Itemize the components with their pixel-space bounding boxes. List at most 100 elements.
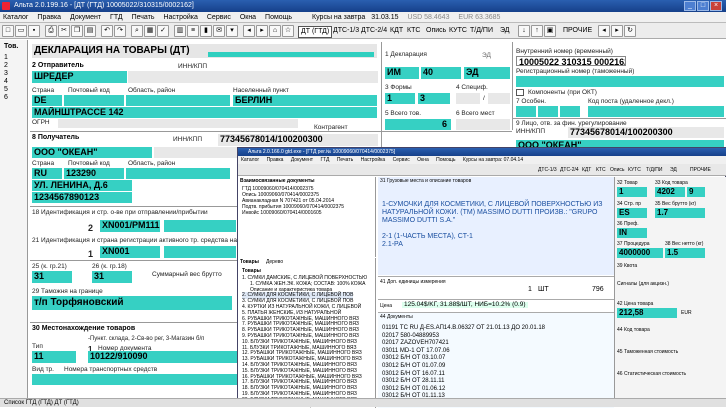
calc-icon[interactable]: ▦ xyxy=(144,25,156,37)
check-icon[interactable]: ✓ xyxy=(157,25,169,37)
declaration-ed-field[interactable]: ЭД xyxy=(464,67,510,79)
list-icon[interactable]: ≡ xyxy=(187,25,199,37)
dop-value[interactable]: 1 xyxy=(528,286,532,293)
ident18-extra[interactable] xyxy=(164,220,236,232)
sender-ogrn-field[interactable] xyxy=(58,119,298,128)
up-arrow-icon[interactable]: ↑ xyxy=(531,25,543,37)
sender-region-field[interactable] xyxy=(126,95,230,106)
undo-icon[interactable]: ↶ xyxy=(101,25,113,37)
menu-windows-2[interactable]: Окна xyxy=(417,157,429,163)
box-icon[interactable]: ▣ xyxy=(544,25,556,37)
chart-icon[interactable]: ▮ xyxy=(200,25,212,37)
sender-post-field[interactable] xyxy=(64,95,124,106)
menu-edit[interactable]: Правка xyxy=(37,14,61,21)
sender-name-field[interactable]: ШРЕДЕР xyxy=(32,71,127,83)
document-item[interactable]: 03012 Б/Н ОТ 03.10.07 xyxy=(382,355,445,361)
table-icon[interactable]: ▥ xyxy=(174,25,186,37)
menu-edit-2[interactable]: Правка xyxy=(267,157,284,163)
total-goods-field[interactable]: 6 xyxy=(385,119,451,130)
nav-next-icon[interactable]: ▸ xyxy=(611,25,623,37)
tab-kdt-2[interactable]: КДТ xyxy=(582,167,591,173)
location-type-field[interactable]: 11 xyxy=(32,351,76,363)
tab-dts24[interactable]: ДТС-2/4 xyxy=(361,26,387,36)
tab-kts[interactable]: КТС xyxy=(407,26,420,36)
document-item[interactable]: 02017 ZAZOVEH707421 xyxy=(382,340,449,346)
tab-tdpi[interactable]: Т/Д/ПИ xyxy=(470,26,493,36)
document-item[interactable]: 01191 ТС RU Д-ES.АП14.В.06327 ОТ 21.01.1… xyxy=(382,325,545,331)
goods-list-item[interactable]: 2 xyxy=(0,62,27,70)
menu-service[interactable]: Сервис xyxy=(207,14,231,21)
tab-dts13-2[interactable]: ДТС-1/3 xyxy=(538,167,557,173)
menu-gtd-2[interactable]: ГТД xyxy=(320,157,329,163)
receiver-region-field[interactable] xyxy=(126,168,230,179)
ident21-field[interactable]: XN001 xyxy=(100,246,160,258)
redo-icon[interactable]: ↷ xyxy=(114,25,126,37)
net-field[interactable]: 1.5 xyxy=(665,248,705,258)
sender-country-field[interactable]: DE xyxy=(32,95,62,106)
paste-icon[interactable]: ▤ xyxy=(84,25,96,37)
features-field-1[interactable] xyxy=(516,106,536,117)
document-item[interactable]: 03012 Б/Н ОТ 01.07.09 xyxy=(382,363,445,369)
sender-city-field[interactable]: БЕРЛИН xyxy=(233,95,377,106)
internal-number-field[interactable]: 10005022 310315 0002162 xyxy=(516,56,626,66)
sender-name-extra[interactable] xyxy=(128,71,378,83)
proc-field[interactable]: 4000000 xyxy=(617,248,663,258)
mail-icon[interactable]: ✉ xyxy=(213,25,225,37)
forms-field-2[interactable]: 3 xyxy=(418,93,450,104)
tab-ed-2[interactable]: ЭД xyxy=(670,167,677,173)
components-checkbox[interactable] xyxy=(516,89,524,96)
tab-kuts-2[interactable]: КУТС xyxy=(628,167,641,173)
tab-kuts[interactable]: КУТС xyxy=(449,26,467,36)
box26-field[interactable]: 31 xyxy=(92,271,132,283)
menu-document[interactable]: Документ xyxy=(70,14,101,21)
tab-other-2[interactable]: ПРОЧИЕ xyxy=(690,167,711,173)
menu-gtd[interactable]: ГТД xyxy=(110,14,123,21)
cost-field[interactable]: 212,58 xyxy=(617,308,677,318)
open-icon[interactable]: ▭ xyxy=(15,25,27,37)
forward-icon[interactable]: ▸ xyxy=(256,25,268,37)
menu-help[interactable]: Помощь xyxy=(265,14,292,21)
tab-dt[interactable]: ДТ (ГТД) xyxy=(298,26,333,38)
location-doc-field[interactable]: 10122/910090 xyxy=(88,351,238,363)
related-doc-item[interactable]: Инвойс 10009060/070414/0001605 xyxy=(242,210,322,216)
tab-dts13[interactable]: ДТС-1/3 xyxy=(333,26,359,36)
tab-tdpi-2[interactable]: Т/Д/ПИ xyxy=(646,167,662,173)
menu-help-2[interactable]: Помощь xyxy=(436,157,455,163)
menu-document-2[interactable]: Документ xyxy=(291,157,313,163)
person-inn-field[interactable]: 77345678014/100200300 xyxy=(568,127,724,138)
transport-field[interactable] xyxy=(32,374,238,385)
menu-settings-2[interactable]: Настройка xyxy=(361,157,386,163)
find-icon[interactable]: ⌕ xyxy=(131,25,143,37)
copy-icon[interactable]: ❐ xyxy=(71,25,83,37)
down-arrow-icon[interactable]: ↓ xyxy=(518,25,530,37)
declaration-code-field[interactable]: 40 xyxy=(421,67,461,79)
receiver-name-field[interactable]: ООО "ОКЕАН" xyxy=(32,147,152,158)
star-icon[interactable]: ☆ xyxy=(282,25,294,37)
total-places-field[interactable] xyxy=(456,119,510,130)
spec-field-1[interactable] xyxy=(456,93,480,104)
tab-dts24-2[interactable]: ДТС-2/4 xyxy=(560,167,579,173)
menu-catalog-2[interactable]: Каталог xyxy=(241,157,259,163)
receiver-country-field[interactable]: RU xyxy=(32,168,62,179)
post-code-field[interactable] xyxy=(588,106,724,117)
nav-prev-icon[interactable]: ◂ xyxy=(598,25,610,37)
ed-button[interactable]: ЭД xyxy=(500,26,510,36)
close-button[interactable]: × xyxy=(710,1,722,11)
declaration-type-field[interactable]: ИМ xyxy=(385,67,419,79)
goods-list-item[interactable]: 3 xyxy=(0,70,27,78)
minimize-button[interactable]: _ xyxy=(684,1,696,11)
menu-print[interactable]: Печать xyxy=(132,14,155,21)
menu-print-2[interactable]: Печать xyxy=(337,157,353,163)
features-field-2[interactable] xyxy=(538,106,558,117)
pref-field[interactable]: IN xyxy=(617,228,647,238)
registration-number-field[interactable] xyxy=(516,76,724,87)
back-icon[interactable]: ◂ xyxy=(243,25,255,37)
tree-tab-goods[interactable]: Товары xyxy=(240,259,259,265)
tovar-field[interactable]: 1 xyxy=(617,187,647,197)
document-item[interactable]: 03012 Б/Н ОТ 28.11.11 xyxy=(382,378,444,384)
new-icon[interactable]: □ xyxy=(2,25,14,37)
features-field-3[interactable] xyxy=(560,106,580,117)
receiver-ogrn-field[interactable]: 1234567890123 xyxy=(32,192,132,203)
gross-field[interactable]: 1.7 xyxy=(655,208,705,218)
menu-settings[interactable]: Настройка xyxy=(163,14,197,21)
